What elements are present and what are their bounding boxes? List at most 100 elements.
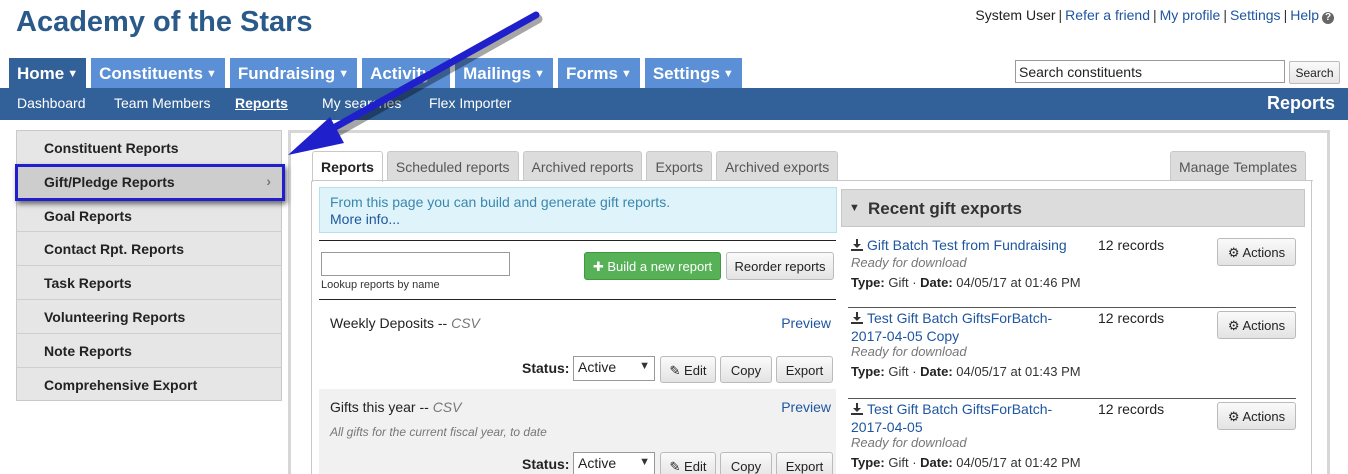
sidebar-item-goal-reports[interactable]: Goal Reports [17,199,281,233]
edit-button[interactable]: ✎ Edit [660,452,716,474]
help-link[interactable]: Help [1290,7,1319,23]
nav-home-label: Home [17,64,65,83]
status-label: Status: [522,456,570,472]
subnav-dashboard[interactable]: Dashboard [17,95,86,111]
lookup-reports-input[interactable] [321,252,510,276]
report-row: Gifts this year -- CSV Preview All gifts… [319,389,836,474]
separator: | [1153,7,1157,23]
nav-activity[interactable]: Activity [362,58,451,88]
preview-link[interactable]: Preview [781,315,831,331]
caret-down-icon: ▼ [722,68,734,80]
export-type: Gift [888,275,909,290]
tab-archived-reports[interactable]: Archived reports [522,151,643,181]
subnav-reports[interactable]: Reports [235,95,288,111]
caret-down-icon: ▼ [338,68,350,80]
subnav-flex-importer[interactable]: Flex Importer [429,95,511,111]
separator: | [1058,7,1063,23]
export-type: Gift [888,364,909,379]
tab-exports[interactable]: Exports [646,151,712,181]
sidebar-item-contact-rpt-reports[interactable]: Contact Rpt. Reports [17,232,281,267]
report-name-text: Weekly Deposits -- [330,315,448,331]
subnav-my-searches[interactable]: My searches [322,95,401,111]
refer-friend-link[interactable]: Refer a friend [1065,7,1150,23]
actions-button[interactable]: ⚙ Actions [1217,311,1296,339]
pencil-icon: ✎ [669,363,685,378]
sidebar-item-label: Constituent Reports [44,140,179,156]
build-new-report-button[interactable]: ✚ Build a new report [584,252,721,280]
nav-mailings-label: Mailings [463,64,532,83]
caret-down-icon: ▼ [534,68,545,80]
divider [848,398,1296,399]
export-link[interactable]: Test Gift Batch GiftsForBatch-2017-04-05 [851,401,1073,436]
actions-button[interactable]: ⚙ Actions [1217,402,1296,430]
download-icon [851,402,863,419]
export-meta: Type: Gift · Date: 04/05/17 at 01:42 PM [851,455,1081,470]
status-value: Active [578,359,617,375]
export-button[interactable]: Export [776,452,833,474]
nav-settings[interactable]: Settings ▼ [644,58,742,88]
nav-fundraising[interactable]: Fundraising ▼ [229,58,358,88]
reorder-reports-button[interactable]: Reorder reports [726,252,834,280]
tab-body-border [311,181,312,474]
plus-icon: ✚ [592,259,608,274]
recent-exports-header[interactable]: ▼ Recent gift exports [841,189,1305,227]
export-button[interactable]: Export [776,356,833,383]
more-info-link[interactable]: More info... [330,211,400,227]
edit-button[interactable]: ✎ Edit [660,356,716,383]
sidebar-item-task-reports[interactable]: Task Reports [17,266,281,300]
actions-button[interactable]: ⚙ Actions [1217,238,1296,266]
nav-home[interactable]: Home ▼ [9,58,87,88]
app-title: Academy of the Stars [16,6,313,38]
nav-activity-label: Activity [370,64,432,83]
nav-constituents[interactable]: Constituents ▼ [91,58,225,88]
sidebar-item-note-reports[interactable]: Note Reports [17,334,281,368]
type-label: Type: [851,364,885,379]
report-row: Weekly Deposits -- CSV Preview Status: A… [319,305,836,399]
nav-forms[interactable]: Forms ▼ [557,58,640,88]
tab-scheduled-reports[interactable]: Scheduled reports [386,151,519,181]
manage-templates-tab[interactable]: Manage Templates [1170,151,1307,181]
sidebar-item-gift-pledge-reports[interactable]: Gift/Pledge Reports › [17,164,281,199]
report-name: Weekly Deposits -- CSV [330,315,480,331]
nav-mailings[interactable]: Mailings ▼ [455,58,553,88]
export-status: Ready for download [851,255,967,270]
report-description: All gifts for the current fiscal year, t… [330,425,547,439]
sidebar-item-comprehensive-export[interactable]: Comprehensive Export [17,368,281,402]
export-link[interactable]: Test Gift Batch GiftsForBatch-2017-04-05… [851,310,1073,345]
recent-exports-panel: ▼ Recent gift exports Gift Batch Test fr… [841,189,1305,474]
report-tabs: Reports Scheduled reports Archived repor… [312,151,839,182]
status-select[interactable]: Active ▼ [573,452,655,474]
nav-forms-label: Forms [565,64,618,83]
report-category-sidebar: Constituent Reports Gift/Pledge Reports ›… [16,130,282,401]
sidebar-item-volunteering-reports[interactable]: Volunteering Reports [17,300,281,334]
sidebar-item-label: Volunteering Reports [44,308,186,325]
sidebar-item-constituent-reports[interactable]: Constituent Reports [17,131,281,165]
tab-archived-exports[interactable]: Archived exports [715,151,839,181]
current-user: System User [975,7,1056,23]
status-select[interactable]: Active ▼ [573,356,655,381]
report-format: CSV [432,399,462,415]
export-name: Test Gift Batch GiftsForBatch-2017-04-05… [851,310,1053,344]
tab-body-border [1311,181,1312,474]
settings-link[interactable]: Settings [1230,7,1281,23]
my-profile-link[interactable]: My profile [1160,7,1221,23]
tab-reports[interactable]: Reports [312,151,383,182]
reports-content-frame: Reports Scheduled reports Archived repor… [288,130,1330,474]
copy-button[interactable]: Copy [720,452,772,474]
edit-label: Edit [684,363,707,378]
search-button[interactable]: Search [1289,61,1340,84]
status-value: Active [578,455,617,471]
caret-down-icon: ▼ [620,68,632,80]
sidebar-item-label: Note Reports [44,342,132,359]
preview-link[interactable]: Preview [781,399,831,415]
export-date: 04/05/17 at 01:43 PM [956,364,1081,379]
report-format: CSV [451,315,480,331]
search-input[interactable] [1015,60,1285,83]
caret-down-icon: ▼ [849,202,860,214]
subnav-team-members[interactable]: Team Members [114,95,210,111]
copy-button[interactable]: Copy [720,356,772,383]
export-link[interactable]: Gift Batch Test from Fundraising [851,237,1073,255]
actions-label: Actions [1242,318,1286,333]
actions-label: Actions [1242,409,1286,424]
help-icon[interactable]: ? [1322,12,1334,24]
